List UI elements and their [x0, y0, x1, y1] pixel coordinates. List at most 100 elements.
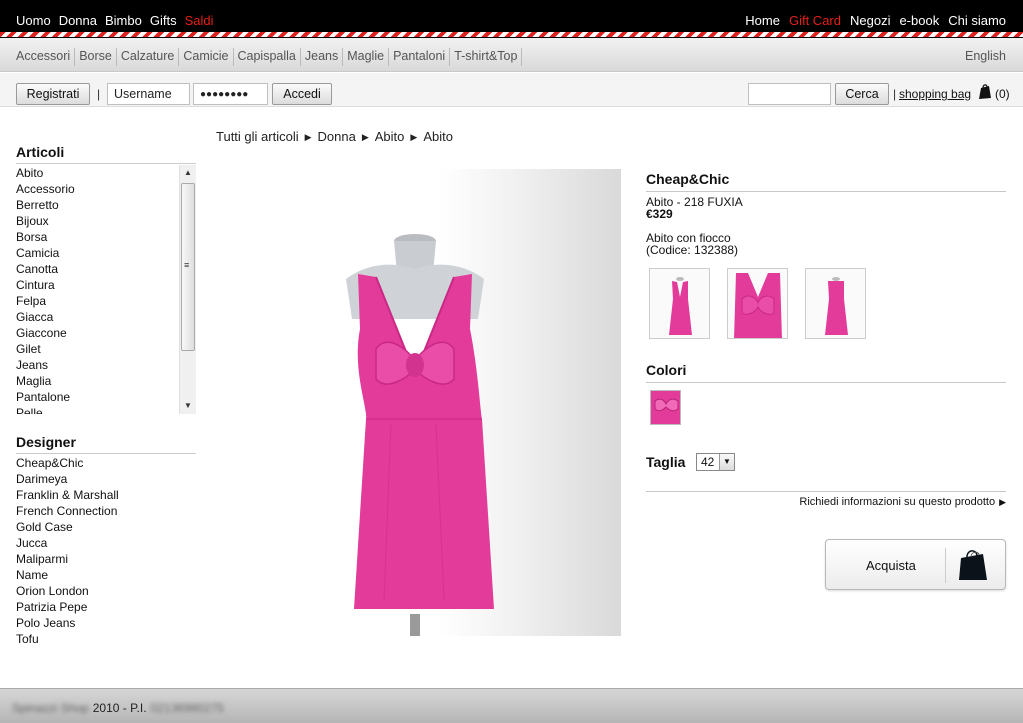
category-bar: Accessori Borse Calzature Camicie Capisp…	[0, 38, 1023, 72]
size-label: Taglia	[646, 454, 686, 470]
list-item[interactable]: Bijoux	[16, 213, 196, 229]
list-item[interactable]: Giaccone	[16, 325, 196, 341]
divider	[646, 491, 1006, 492]
nav-gifts[interactable]: Gifts	[150, 13, 177, 28]
colors-title: Colori	[646, 362, 687, 378]
list-item[interactable]: Felpa	[16, 293, 196, 309]
footer-company-blurred: Spinazzi Shop	[12, 701, 89, 715]
designer-list: Cheap&Chic Darimeya Franklin & Marshall …	[16, 455, 196, 647]
list-item[interactable]: Gilet	[16, 341, 196, 357]
size-value: 42	[701, 455, 715, 469]
grip-icon: ≡	[184, 260, 190, 270]
category-camicie[interactable]: Camicie	[179, 48, 234, 66]
password-field[interactable]: ●●●●●●●●	[193, 83, 268, 105]
list-item[interactable]: Jeans	[16, 357, 196, 373]
breadcrumb-item[interactable]: Abito	[375, 129, 405, 145]
nav-bimbo[interactable]: Bimbo	[105, 13, 142, 28]
list-item[interactable]: Berretto	[16, 197, 196, 213]
list-item[interactable]: Maliparmi	[16, 551, 196, 567]
buy-button-label: Acquista	[866, 558, 916, 573]
footer: Spinazzi Shop 2010 - P.I. 02136980275	[0, 688, 1023, 723]
product-price: €329	[646, 207, 673, 221]
nav-chi-siamo[interactable]: Chi siamo	[948, 13, 1006, 28]
bag-separator: |	[893, 87, 897, 101]
articoli-list[interactable]: Abito Accessorio Berretto Bijoux Borsa C…	[16, 165, 196, 414]
search-button[interactable]: Cerca	[835, 83, 889, 105]
category-accessori[interactable]: Accessori	[12, 48, 76, 66]
bag-count: (0)	[995, 87, 1010, 101]
top-nav-right: Home Gift Card Negozi e-book Chi siamo	[745, 13, 1006, 28]
list-item[interactable]: Canotta	[16, 261, 196, 277]
top-navigation: Uomo Donna Bimbo Gifts Saldi Home Gift C…	[0, 0, 1023, 38]
nav-donna[interactable]: Donna	[59, 13, 97, 28]
product-image[interactable]	[216, 169, 621, 636]
nav-gift-card[interactable]: Gift Card	[789, 13, 841, 28]
list-item[interactable]: Abito	[16, 165, 196, 181]
category-jeans[interactable]: Jeans	[301, 48, 344, 66]
nav-saldi[interactable]: Saldi	[185, 13, 214, 28]
articoli-scrollbar[interactable]: ▲ ≡ ▼	[179, 165, 196, 414]
divider	[945, 548, 946, 583]
breadcrumb-item[interactable]: Tutti gli articoli	[216, 129, 299, 145]
chevron-down-icon[interactable]: ▼	[719, 454, 734, 470]
login-bar: Registrati | Username ●●●●●●●● Accedi Ce…	[0, 73, 1023, 107]
list-item[interactable]: Pantalone	[16, 389, 196, 405]
info-request-link[interactable]: Richiedi informazioni su questo prodotto…	[799, 496, 1006, 509]
list-item[interactable]: Tofu	[16, 631, 196, 647]
footer-vat-blurred: 02136980275	[150, 701, 224, 715]
scroll-down-icon[interactable]: ▼	[184, 401, 192, 410]
list-item[interactable]: Polo Jeans	[16, 615, 196, 631]
product-thumbnail[interactable]	[727, 268, 788, 339]
list-item[interactable]: Pelle	[16, 405, 196, 414]
list-item[interactable]: Gold Case	[16, 519, 196, 535]
nav-uomo[interactable]: Uomo	[16, 13, 51, 28]
list-item[interactable]: Orion London	[16, 583, 196, 599]
divider	[16, 163, 196, 164]
category-capispalla[interactable]: Capispalla	[234, 48, 301, 66]
list-item[interactable]: Borsa	[16, 229, 196, 245]
breadcrumb-arrow-icon: ▶	[410, 132, 418, 142]
arrow-right-icon: ▶	[999, 497, 1006, 507]
list-item[interactable]: Cheap&Chic	[16, 455, 196, 471]
list-item[interactable]: Maglia	[16, 373, 196, 389]
list-item[interactable]: Darimeya	[16, 471, 196, 487]
category-borse[interactable]: Borse	[75, 48, 117, 66]
login-button[interactable]: Accedi	[272, 83, 332, 105]
category-calzature[interactable]: Calzature	[117, 48, 180, 66]
divider	[16, 453, 196, 454]
list-item[interactable]: Cintura	[16, 277, 196, 293]
scroll-up-icon[interactable]: ▲	[184, 168, 192, 177]
nav-ebook[interactable]: e-book	[899, 13, 939, 28]
decorative-stripes	[0, 32, 1023, 37]
size-select[interactable]: 42 ▼	[696, 453, 735, 471]
nav-negozi[interactable]: Negozi	[850, 13, 890, 28]
register-button[interactable]: Registrati	[16, 83, 90, 105]
divider	[646, 382, 1006, 383]
language-link[interactable]: English	[965, 49, 1006, 63]
list-item[interactable]: Franklin & Marshall	[16, 487, 196, 503]
breadcrumb-item[interactable]: Donna	[318, 129, 356, 145]
category-maglie[interactable]: Maglie	[343, 48, 390, 66]
product-thumbnail[interactable]	[649, 268, 710, 339]
shopping-bag-link[interactable]: shopping bag	[899, 87, 971, 101]
shopping-bag-icon	[957, 550, 989, 585]
list-item[interactable]: Camicia	[16, 245, 196, 261]
list-item[interactable]: Accessorio	[16, 181, 196, 197]
shopping-bag-icon[interactable]	[978, 84, 992, 103]
breadcrumb-arrow-icon: ▶	[304, 132, 312, 142]
info-request-label[interactable]: Richiedi informazioni su questo prodotto	[799, 496, 995, 509]
nav-home[interactable]: Home	[745, 13, 780, 28]
list-item[interactable]: Patrizia Pepe	[16, 599, 196, 615]
list-item[interactable]: Jucca	[16, 535, 196, 551]
color-swatch[interactable]	[650, 390, 681, 425]
product-thumbnail[interactable]	[805, 268, 866, 339]
search-input[interactable]	[748, 83, 831, 105]
category-pantaloni[interactable]: Pantaloni	[389, 48, 451, 66]
list-item[interactable]: Giacca	[16, 309, 196, 325]
list-item[interactable]: Name	[16, 567, 196, 583]
category-tshirt-top[interactable]: T-shirt&Top	[450, 48, 523, 66]
list-item[interactable]: French Connection	[16, 503, 196, 519]
buy-button[interactable]: Acquista	[825, 539, 1006, 590]
username-field[interactable]: Username	[107, 83, 190, 105]
brand-name[interactable]: Cheap&Chic	[646, 171, 729, 187]
